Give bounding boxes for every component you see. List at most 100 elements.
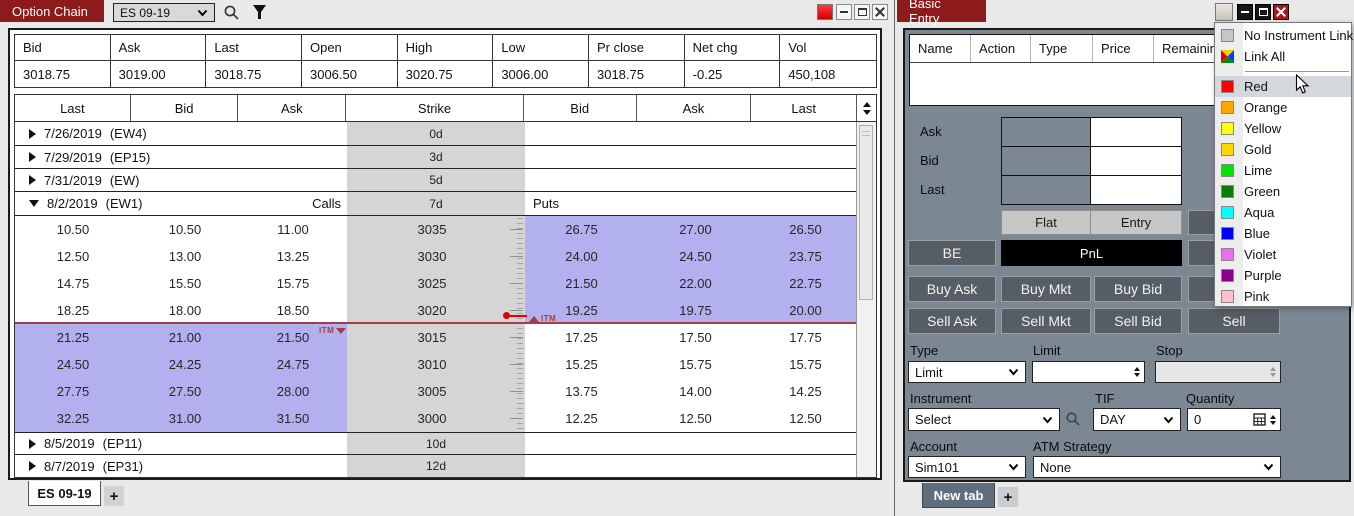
close-button[interactable] (1273, 4, 1289, 20)
put-ask[interactable]: 24.50 (638, 243, 753, 270)
instrument-link-button[interactable] (817, 4, 833, 20)
put-ask[interactable]: 12.50 (638, 405, 753, 432)
filter-icon[interactable] (250, 3, 268, 21)
expand-right-icon[interactable] (29, 129, 36, 139)
menu-item-violet[interactable]: Violet (1215, 244, 1351, 265)
put-bid[interactable]: 24.00 (525, 243, 638, 270)
sell-mkt-button[interactable]: Sell Mkt (1001, 308, 1091, 334)
sell-bid-button[interactable]: Sell Bid (1094, 308, 1182, 334)
tif-select[interactable]: DAY (1093, 408, 1181, 431)
spin-down-icon[interactable] (1270, 421, 1276, 425)
menu-item-red[interactable]: Red (1215, 76, 1351, 97)
call-ask[interactable]: 24.75 (239, 351, 347, 378)
flat-button[interactable]: Flat (1001, 210, 1091, 235)
put-ask[interactable]: 15.75 (638, 351, 753, 378)
call-bid[interactable]: 15.50 (131, 270, 239, 297)
expand-right-icon[interactable] (29, 461, 36, 471)
expiry-group-row[interactable]: 8/5/2019(EP11) 10d (15, 432, 876, 455)
call-ask[interactable]: 31.50 (239, 405, 347, 432)
expiry-group-row[interactable]: 7/29/2019(EP15) 3d (15, 146, 876, 169)
call-ask[interactable]: 28.00 (239, 378, 347, 405)
put-bid[interactable]: 13.75 (525, 378, 638, 405)
strike-row[interactable]: 14.75 15.50 15.75 3025 21.50 22.00 22.75 (15, 270, 876, 297)
minimize-button[interactable] (836, 4, 852, 20)
call-ask[interactable]: 11.00 (239, 216, 347, 243)
menu-item-lime[interactable]: Lime (1215, 160, 1351, 181)
menu-item-pink[interactable]: Pink (1215, 286, 1351, 307)
expiry-group-row[interactable]: 7/31/2019(EW) 5d (15, 169, 876, 192)
put-last[interactable]: 15.75 (753, 351, 858, 378)
limit-price-input[interactable] (1032, 361, 1145, 383)
calculator-icon[interactable] (1253, 413, 1266, 426)
strike-row[interactable]: 10.50 10.50 11.00 3035 26.75 27.00 26.50 (15, 216, 876, 243)
strike-row[interactable]: 12.50 13.00 13.25 3030 24.00 24.50 23.75 (15, 243, 876, 270)
close-button[interactable] (872, 4, 888, 20)
up-arrow-icon[interactable] (863, 102, 871, 107)
vertical-scrollbar[interactable] (856, 122, 876, 477)
buy-ask-button[interactable]: Buy Ask (908, 276, 996, 302)
quantity-input[interactable]: 0 (1187, 408, 1281, 431)
put-last[interactable]: 23.75 (753, 243, 858, 270)
call-last[interactable]: 24.50 (15, 351, 131, 378)
call-bid[interactable]: 10.50 (131, 216, 239, 243)
tab-es-09-19[interactable]: ES 09-19 (28, 481, 101, 506)
maximize-button[interactable] (854, 4, 870, 20)
call-bid[interactable]: 18.00 (131, 297, 239, 324)
menu-item-blue[interactable]: Blue (1215, 223, 1351, 244)
account-select[interactable]: Sim101 (908, 456, 1026, 478)
call-last[interactable]: 12.50 (15, 243, 131, 270)
tab-new-tab[interactable]: New tab (922, 483, 995, 508)
strike-row[interactable]: 21.25 21.00 21.50 3015 17.25 17.50 17.75 (15, 324, 876, 351)
put-bid[interactable]: 17.25 (525, 324, 638, 351)
instrument-select[interactable]: Select (908, 408, 1060, 431)
call-bid[interactable]: 21.00 (131, 324, 239, 351)
call-last[interactable]: 27.75 (15, 378, 131, 405)
spin-down-icon[interactable] (1134, 373, 1140, 377)
menu-item-yellow[interactable]: Yellow (1215, 118, 1351, 139)
minimize-button[interactable] (1237, 4, 1253, 20)
menu-item-gold[interactable]: Gold (1215, 139, 1351, 160)
expiry-group-row[interactable]: 7/26/2019(EW4) 0d (15, 122, 876, 146)
instrument-search-icon[interactable] (1064, 410, 1082, 428)
menu-item-orange[interactable]: Orange (1215, 97, 1351, 118)
buy-bid-button[interactable]: Buy Bid (1094, 276, 1182, 302)
add-tab-button[interactable]: + (104, 486, 124, 506)
spin-up-icon[interactable] (1270, 415, 1276, 419)
option-chain-title-tab[interactable]: Option Chain (0, 0, 104, 22)
search-icon[interactable] (222, 3, 240, 21)
expand-right-icon[interactable] (29, 152, 36, 162)
menu-item-aqua[interactable]: Aqua (1215, 202, 1351, 223)
down-arrow-icon[interactable] (863, 110, 871, 115)
expand-right-icon[interactable] (29, 439, 36, 449)
sell-ask-button[interactable]: Sell Ask (908, 308, 996, 334)
put-bid[interactable]: 15.25 (525, 351, 638, 378)
put-last[interactable]: 26.50 (753, 216, 858, 243)
instrument-link-button[interactable] (1215, 3, 1233, 21)
call-bid[interactable]: 31.00 (131, 405, 239, 432)
expiry-group-row[interactable]: 8/7/2019(EP31) 12d (15, 455, 876, 478)
put-bid[interactable]: 21.50 (525, 270, 638, 297)
menu-item-link-all[interactable]: Link All (1215, 46, 1351, 67)
menu-item-no-instrument-link[interactable]: No Instrument Link (1215, 25, 1351, 46)
put-last[interactable]: 20.00 (753, 297, 858, 324)
put-bid[interactable]: 12.25 (525, 405, 638, 432)
buy-mkt-button[interactable]: Buy Mkt (1001, 276, 1091, 302)
add-tab-button[interactable]: + (998, 487, 1018, 507)
strike-row[interactable]: 32.25 31.00 31.50 3000 12.25 12.50 12.50 (15, 405, 876, 432)
row-height-stepper[interactable] (856, 95, 876, 121)
call-ask[interactable]: 15.75 (239, 270, 347, 297)
put-last[interactable]: 12.50 (753, 405, 858, 432)
call-bid[interactable]: 24.25 (131, 351, 239, 378)
call-last[interactable]: 18.25 (15, 297, 131, 324)
call-ask[interactable]: 18.50 (239, 297, 347, 324)
put-bid[interactable]: 26.75 (525, 216, 638, 243)
call-last[interactable]: 14.75 (15, 270, 131, 297)
entry-button[interactable]: Entry (1090, 210, 1182, 235)
call-last[interactable]: 21.25 (15, 324, 131, 351)
maximize-button[interactable] (1255, 4, 1271, 20)
atm-strategy-select[interactable]: None (1033, 456, 1281, 478)
strike-row[interactable]: 27.75 27.50 28.00 3005 13.75 14.00 14.25 (15, 378, 876, 405)
put-last[interactable]: 17.75 (753, 324, 858, 351)
order-type-select[interactable]: Limit (908, 361, 1026, 383)
menu-item-green[interactable]: Green (1215, 181, 1351, 202)
